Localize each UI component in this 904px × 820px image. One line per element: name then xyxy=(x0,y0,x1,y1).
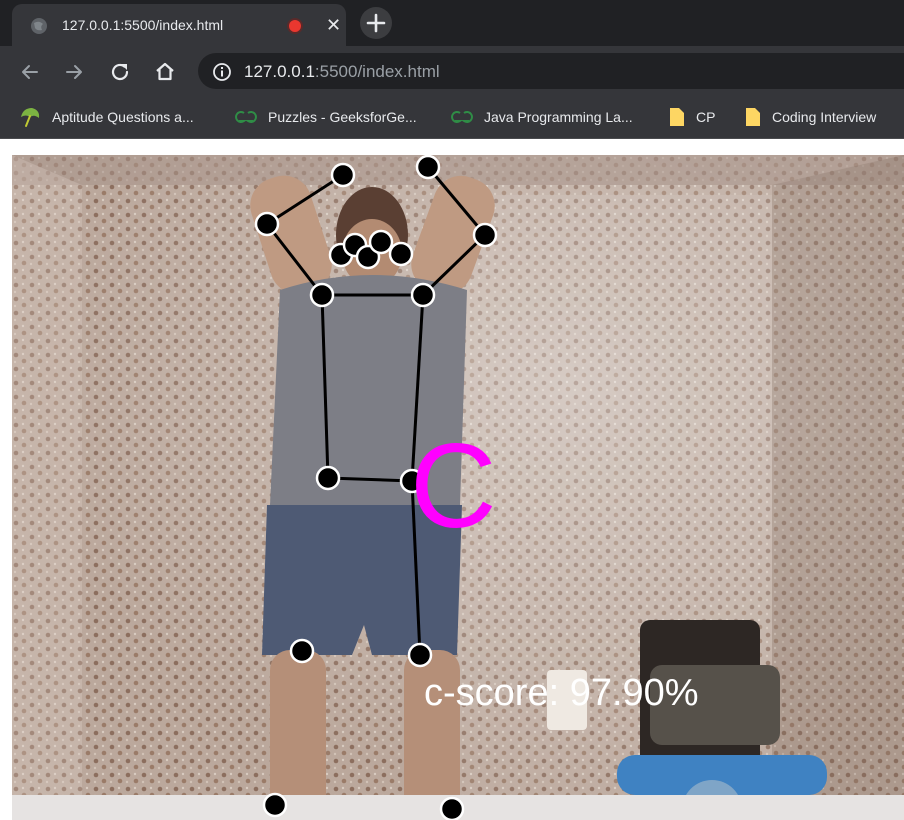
bookmark-aptitude[interactable]: Aptitude Questions a... xyxy=(18,96,194,138)
info-icon[interactable] xyxy=(212,62,232,82)
home-icon[interactable] xyxy=(153,60,177,84)
browser-tab[interactable]: 127.0.0.1:5500/index.html ✕ xyxy=(12,4,346,46)
url-path: :5500/index.html xyxy=(314,62,440,81)
bookmark-puzzles[interactable]: Puzzles - GeeksforGe... xyxy=(234,96,417,138)
keypoint-right-eye xyxy=(368,229,394,255)
bookmark-folder-coding-interview[interactable]: Coding Interview xyxy=(744,96,876,138)
close-tab-icon[interactable]: ✕ xyxy=(326,15,341,36)
geeksforgeeks-icon xyxy=(451,111,473,123)
reload-icon[interactable] xyxy=(108,60,132,84)
forward-arrow-icon[interactable] xyxy=(62,60,86,84)
pose-overlay: C c-score: 97.90% xyxy=(12,155,904,820)
bookmark-label: Coding Interview xyxy=(772,109,877,125)
folder-icon xyxy=(670,108,684,126)
page-viewport: C c-score: 97.90% xyxy=(0,139,904,820)
geeksforgeeks-icon xyxy=(235,111,257,123)
keypoint-left-hip xyxy=(315,465,341,491)
bookmarks-bar: Aptitude Questions a... Puzzles - Geeksf… xyxy=(0,96,904,139)
keypoint-right-ear xyxy=(388,241,414,267)
keypoint-right-ankle xyxy=(439,796,465,820)
keypoint-left-knee xyxy=(289,638,315,664)
new-tab-button[interactable] xyxy=(360,7,392,39)
keypoint-left-wrist xyxy=(330,162,356,188)
back-arrow-icon[interactable] xyxy=(18,60,42,84)
bookmark-label: Puzzles - GeeksforGe... xyxy=(268,109,417,125)
keypoint-right-elbow xyxy=(472,222,498,248)
bookmark-folder-cp[interactable]: CP xyxy=(668,96,715,138)
url-host: 127.0.0.1 xyxy=(244,62,315,81)
bookmark-label: Aptitude Questions a... xyxy=(52,109,194,125)
keypoint-right-shoulder xyxy=(410,282,436,308)
keypoint-right-knee xyxy=(407,642,433,668)
tab-title: 127.0.0.1:5500/index.html xyxy=(62,17,224,33)
recording-indicator-icon xyxy=(289,20,301,32)
plus-icon xyxy=(366,13,386,33)
browser-toolbar: 127.0.0.1:5500/index.html xyxy=(0,46,904,96)
keypoint-left-elbow xyxy=(254,211,280,237)
tab-strip: 127.0.0.1:5500/index.html ✕ xyxy=(0,0,904,46)
keypoint-left-ankle xyxy=(262,792,288,818)
url-text[interactable]: 127.0.0.1:5500/index.html xyxy=(244,62,440,82)
detected-letter: C xyxy=(410,419,497,553)
folder-icon xyxy=(746,108,760,126)
globe-icon xyxy=(31,18,47,34)
bookmark-java[interactable]: Java Programming La... xyxy=(450,96,633,138)
address-bar[interactable]: 127.0.0.1:5500/index.html xyxy=(198,53,904,89)
bookmark-label: Java Programming La... xyxy=(484,109,633,125)
bookmark-label: CP xyxy=(696,109,716,125)
keypoint-right-wrist xyxy=(415,155,441,180)
confidence-score: c-score: 97.90% xyxy=(424,672,699,714)
umbrella-icon xyxy=(21,108,40,127)
pose-video-canvas: C c-score: 97.90% xyxy=(12,155,904,820)
keypoint-left-shoulder xyxy=(309,282,335,308)
